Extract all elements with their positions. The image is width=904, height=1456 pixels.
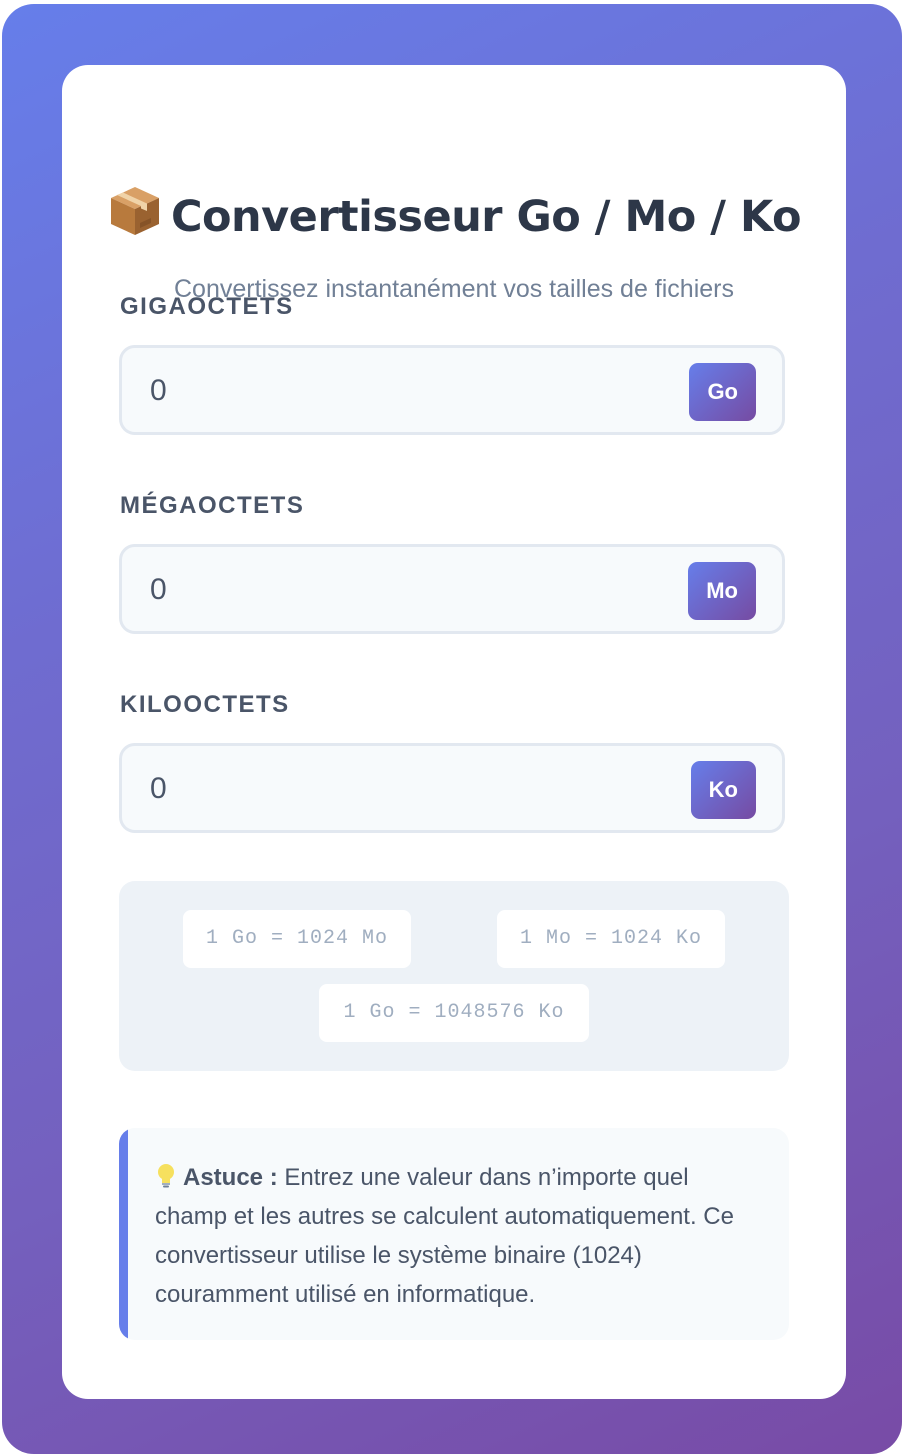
unit-button-go[interactable]: Go [689, 363, 756, 421]
unit-button-mo[interactable]: Mo [688, 562, 756, 620]
label-megaoctets: MÉGAOCTETS [120, 492, 305, 519]
lightbulb-icon [158, 1164, 174, 1188]
unit-button-ko[interactable]: Ko [690, 761, 756, 819]
formula-go-ko: 1 Go = 1048576 Ko [319, 984, 589, 1042]
tip-title: Astuce : [183, 1164, 278, 1191]
megaoctets-input[interactable] [150, 569, 630, 611]
field-kilooctets: Ko [119, 743, 785, 833]
formula-mo-ko: 1 Mo = 1024 Ko [497, 910, 725, 968]
kilooctets-input[interactable] [150, 768, 630, 810]
page-title-text: Convertisseur Go / Mo / Ko [170, 192, 802, 242]
gigaoctets-input[interactable] [150, 370, 630, 412]
label-kilooctets: KILOOCTETS [120, 691, 290, 718]
tip-box: Astuce : Entrez une valeur dans n’import… [119, 1128, 789, 1340]
field-gigaoctets: Go [119, 345, 785, 435]
formula-go-mo: 1 Go = 1024 Mo [183, 910, 411, 968]
package-icon [110, 187, 159, 235]
field-megaoctets: Mo [119, 544, 785, 634]
tip-text-block: Astuce : Entrez une valeur dans n’import… [155, 1158, 765, 1314]
conversion-formulas: 1 Go = 1024 Mo 1 Mo = 1024 Ko 1 Go = 104… [119, 881, 789, 1071]
converter-card: Convertisseur Go / Mo / Ko Convertissez … [62, 65, 846, 1399]
background-frame: Convertisseur Go / Mo / Ko Convertissez … [2, 4, 902, 1454]
page-title: Convertisseur Go / Mo / Ko [62, 183, 846, 242]
label-gigaoctets: GIGAOCTETS [120, 293, 294, 320]
